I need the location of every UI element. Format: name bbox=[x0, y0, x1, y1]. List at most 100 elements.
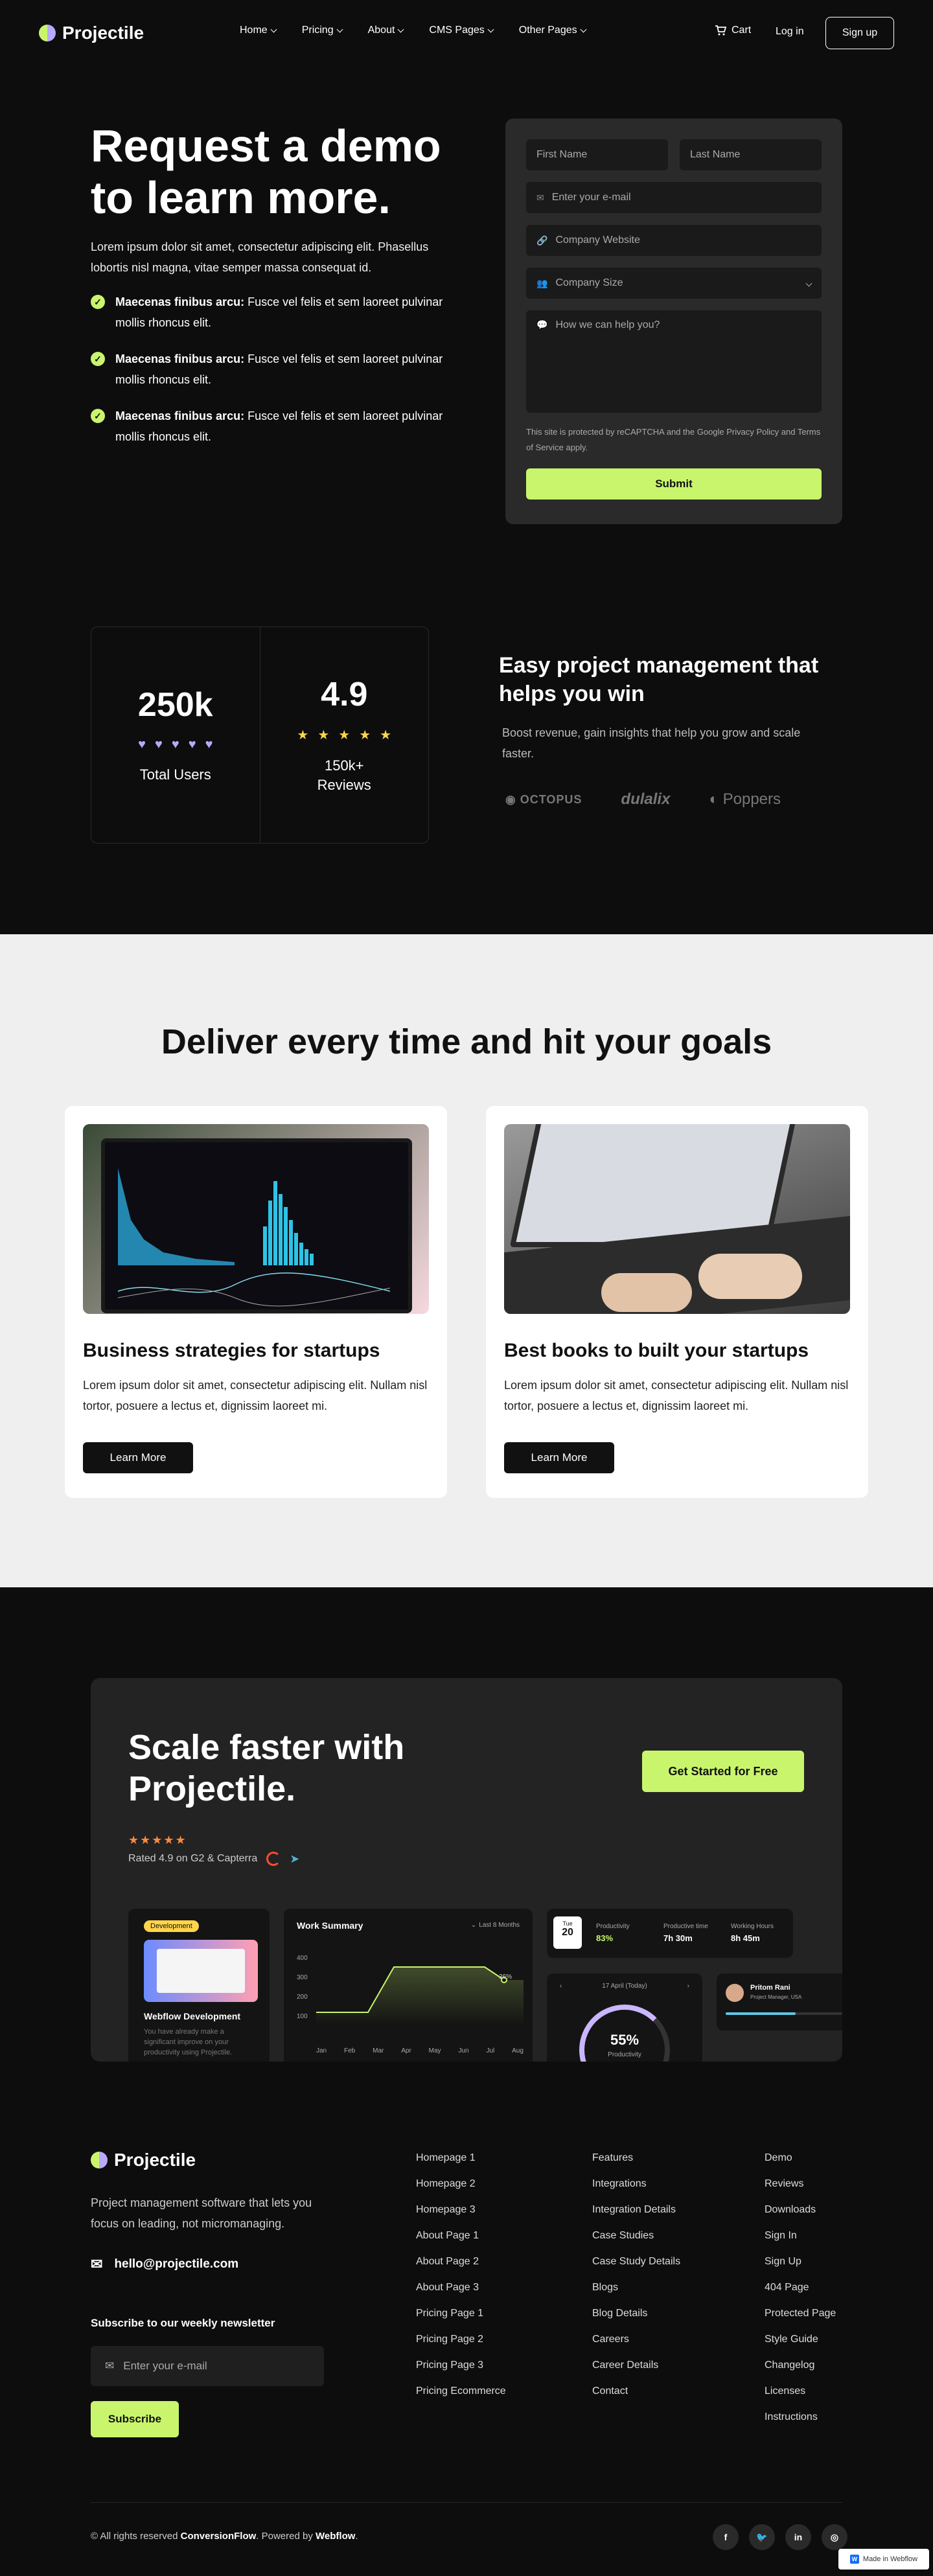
nav-item-cms-pages[interactable]: CMS Pages bbox=[429, 25, 494, 36]
footer-link[interactable]: About Page 3 bbox=[416, 2282, 506, 2308]
weekday: Tue bbox=[562, 1920, 573, 1927]
chevron-down-icon bbox=[270, 26, 277, 32]
cart-label: Cart bbox=[731, 25, 752, 36]
footer-divider bbox=[91, 2502, 842, 2503]
hero-title: Request a demo to learn more. bbox=[91, 121, 441, 223]
person-role: Project Manager, USA bbox=[750, 1994, 802, 2000]
twitter-icon[interactable]: 🐦 bbox=[749, 2524, 775, 2550]
footer-link[interactable]: Homepage 2 bbox=[416, 2178, 506, 2204]
link-icon: 🔗 bbox=[536, 235, 548, 246]
footer-link[interactable]: Pricing Page 3 bbox=[416, 2360, 506, 2386]
subscribe-button[interactable]: Subscribe bbox=[91, 2401, 179, 2437]
field-placeholder: Enter your e-mail bbox=[551, 192, 631, 203]
pm-title: Easy project management that helps you w… bbox=[499, 653, 819, 706]
footer-link[interactable]: Pricing Ecommerce bbox=[416, 2386, 506, 2411]
footer-link[interactable]: Instructions bbox=[765, 2411, 836, 2437]
facebook-icon[interactable]: f bbox=[713, 2524, 739, 2550]
footer-link[interactable]: Case Study Details bbox=[592, 2256, 680, 2282]
footer-link[interactable]: Pricing Page 1 bbox=[416, 2308, 506, 2334]
footer-link[interactable]: Careers bbox=[592, 2334, 680, 2360]
footer-email[interactable]: ✉ hello@projectile.com bbox=[91, 2256, 238, 2273]
footer-link[interactable]: Career Details bbox=[592, 2360, 680, 2386]
deliver-section: Deliver every time and hit your goals Bu… bbox=[0, 934, 933, 1587]
brand-logo[interactable]: Projectile bbox=[39, 23, 144, 43]
blog-card: Best books to built your startups Lorem … bbox=[486, 1106, 868, 1498]
footer-link[interactable]: Licenses bbox=[765, 2386, 836, 2411]
linkedin-icon[interactable]: in bbox=[785, 2524, 811, 2550]
footer-link[interactable]: Blog Details bbox=[592, 2308, 680, 2334]
copyright-brand-link[interactable]: ConversionFlow bbox=[181, 2531, 257, 2542]
mail-icon: ✉ bbox=[536, 192, 544, 203]
first-name-field[interactable]: First Name bbox=[526, 139, 668, 170]
footer-link[interactable]: Changelog bbox=[765, 2360, 836, 2386]
newsletter-email-field[interactable]: ✉ Enter your e-mail bbox=[91, 2346, 324, 2386]
x-tick: Jan bbox=[316, 2047, 327, 2054]
chevron-left-icon[interactable]: ‹ bbox=[560, 1983, 562, 1990]
chevron-down-icon: ⌄ bbox=[470, 1922, 477, 1929]
footer-link[interactable]: About Page 1 bbox=[416, 2230, 506, 2256]
webflow-link[interactable]: Webflow bbox=[316, 2531, 355, 2542]
nav-item-home[interactable]: Home bbox=[240, 25, 277, 36]
pm-description: Boost revenue, gain insights that help y… bbox=[502, 726, 801, 760]
field-placeholder: Company Website bbox=[555, 235, 640, 246]
footer-link[interactable]: Blogs bbox=[592, 2282, 680, 2308]
analytics-graphic bbox=[117, 1168, 391, 1307]
footer-link[interactable]: Homepage 1 bbox=[416, 2152, 506, 2178]
list-item-bold: Maecenas finibus arcu: bbox=[115, 409, 245, 422]
footer-link[interactable]: About Page 2 bbox=[416, 2256, 506, 2282]
nav-label: CMS Pages bbox=[429, 25, 485, 36]
progress-track bbox=[726, 2012, 842, 2015]
footer-link[interactable]: 404 Page bbox=[765, 2282, 836, 2308]
avatar bbox=[726, 1984, 744, 2002]
mock-productivity-bar: Tue 20 Productivity 83% Productive time 7… bbox=[547, 1909, 793, 1958]
made-in-webflow-badge[interactable]: W Made in Webflow bbox=[838, 2549, 929, 2570]
get-started-button[interactable]: Get Started for Free bbox=[642, 1751, 804, 1792]
dashboard-image bbox=[83, 1124, 429, 1314]
footer-link[interactable]: Case Studies bbox=[592, 2230, 680, 2256]
footer-link[interactable]: Downloads bbox=[765, 2204, 836, 2230]
reviews-number: 4.9 bbox=[321, 676, 368, 713]
footer-link[interactable]: Contact bbox=[592, 2386, 680, 2411]
footer-link[interactable]: Pricing Page 2 bbox=[416, 2334, 506, 2360]
users-icon: 👥 bbox=[536, 277, 548, 288]
submit-button[interactable]: Submit bbox=[526, 468, 822, 500]
footer-link[interactable]: Integration Details bbox=[592, 2204, 680, 2230]
webflow-icon: W bbox=[849, 2555, 859, 2564]
nav-item-other-pages[interactable]: Other Pages bbox=[519, 25, 587, 36]
footer-link[interactable]: Sign In bbox=[765, 2230, 836, 2256]
star-icon: ★ bbox=[297, 728, 309, 742]
footer-link[interactable]: Reviews bbox=[765, 2178, 836, 2204]
footer-link[interactable]: Demo bbox=[765, 2152, 836, 2178]
signup-button[interactable]: Sign up bbox=[825, 17, 894, 49]
footer-link[interactable]: Sign Up bbox=[765, 2256, 836, 2282]
email-field[interactable]: ✉ Enter your e-mail bbox=[526, 182, 822, 213]
login-link[interactable]: Log in bbox=[776, 26, 804, 38]
x-tick: Aug bbox=[512, 2047, 524, 2054]
footer-logo[interactable]: Projectile bbox=[91, 2150, 196, 2170]
ws-percent: 36% bbox=[499, 1973, 513, 1981]
nav-item-pricing[interactable]: Pricing bbox=[302, 25, 343, 36]
section-title: Deliver every time and hit your goals bbox=[161, 1022, 772, 1061]
footer-link[interactable]: Features bbox=[592, 2152, 680, 2178]
learn-more-button[interactable]: Learn More bbox=[83, 1442, 193, 1473]
company-size-select[interactable]: 👥 Company Size bbox=[526, 268, 822, 299]
mock-card-title: Webflow Development bbox=[144, 2011, 241, 2021]
footer-link[interactable]: Style Guide bbox=[765, 2334, 836, 2360]
last-name-field[interactable]: Last Name bbox=[680, 139, 822, 170]
instagram-icon[interactable]: ◎ bbox=[822, 2524, 847, 2550]
users-stat: 250k ♥ ♥ ♥ ♥ ♥ Total Users bbox=[91, 627, 260, 843]
website-field[interactable]: 🔗 Company Website bbox=[526, 225, 822, 256]
heart-icon: ♥ bbox=[171, 737, 179, 752]
learn-more-button[interactable]: Learn More bbox=[504, 1442, 614, 1473]
footer-link[interactable]: Integrations bbox=[592, 2178, 680, 2204]
chevron-right-icon[interactable]: › bbox=[687, 1983, 689, 1990]
y-tick: 200 bbox=[297, 1994, 308, 2001]
message-textarea[interactable]: 💬 How we can help you? bbox=[526, 310, 822, 413]
nav-item-about[interactable]: About bbox=[368, 25, 404, 36]
laptop-image bbox=[504, 1124, 850, 1314]
ws-x-axis: Jan Feb Mar Apr May Jun Jul Aug bbox=[316, 2047, 524, 2054]
cart-button[interactable]: Cart bbox=[715, 25, 751, 36]
list-item-text: Maecenas finibus arcu: Fusce vel felis e… bbox=[115, 349, 454, 390]
footer-link[interactable]: Protected Page bbox=[765, 2308, 836, 2334]
footer-link[interactable]: Homepage 3 bbox=[416, 2204, 506, 2230]
